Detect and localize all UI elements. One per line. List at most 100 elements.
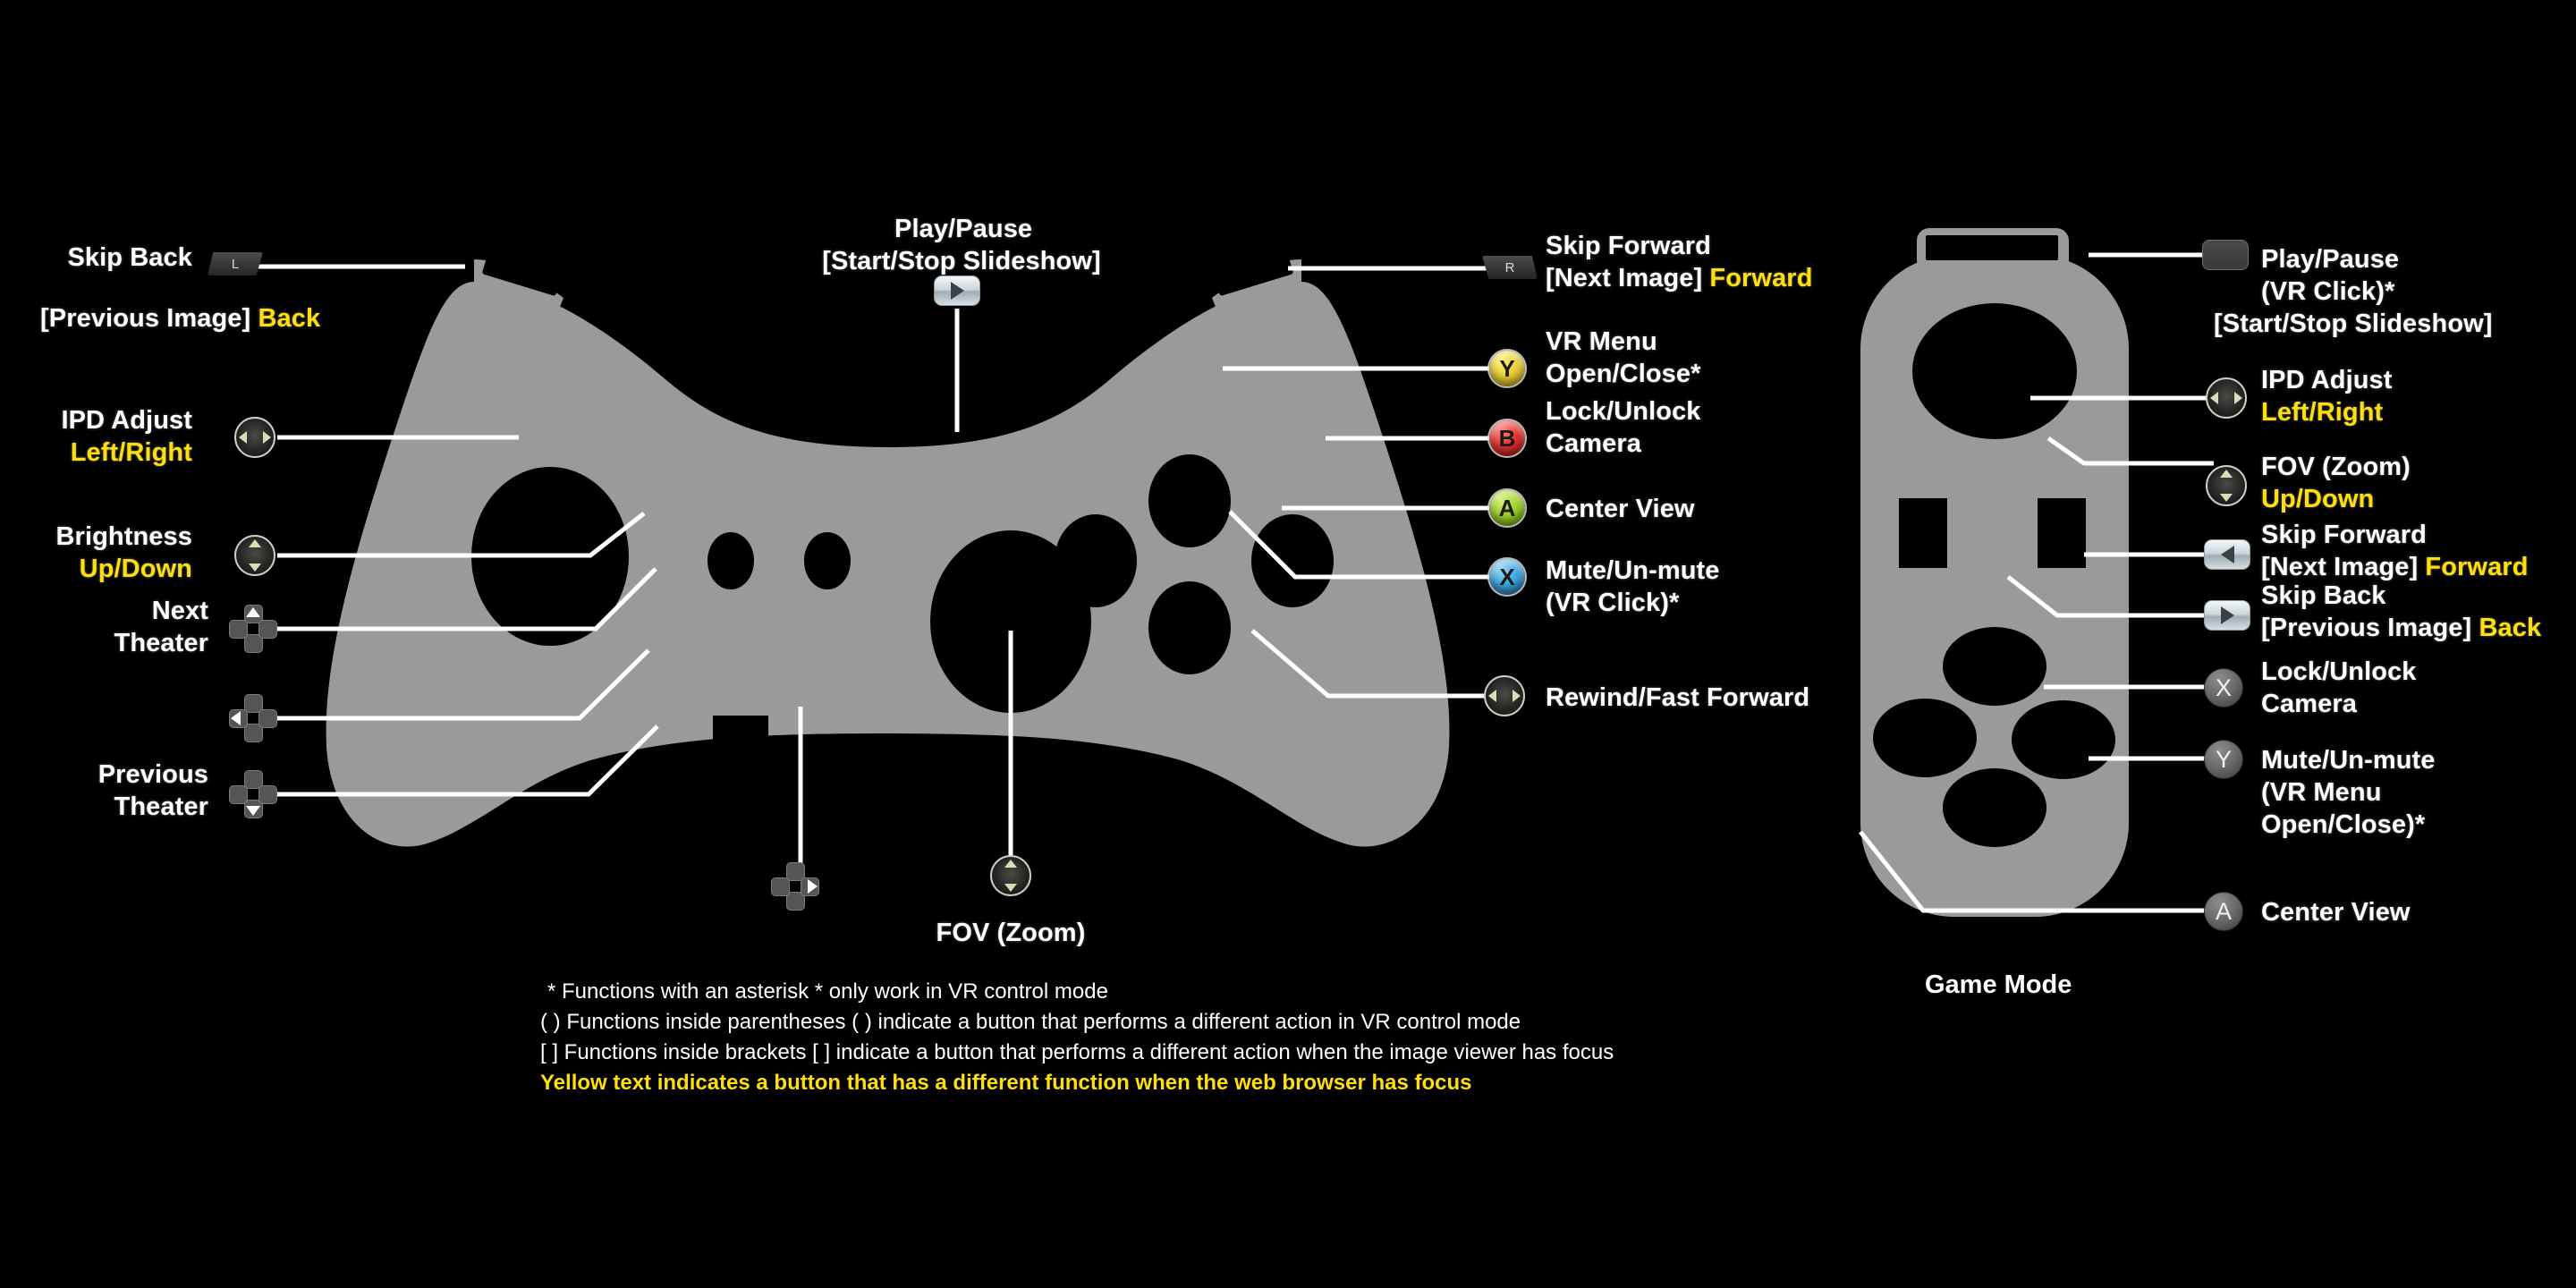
- footer-line-3: [ ] Functions inside brackets [ ] indica…: [540, 1040, 1614, 1064]
- label-skip-back-line2: [Previous Image]: [40, 304, 258, 333]
- gm-label-mute-line2: (VR Menu: [2261, 778, 2382, 807]
- gm-label-play-pause: Play/Pause (VR Click)*: [2261, 243, 2399, 308]
- label-skip-back-sub: [Previous Image] Back: [40, 302, 320, 335]
- footer-line-2: ( ) Functions inside parentheses ( ) ind…: [540, 1010, 1521, 1034]
- rewind-triangle-icon: [2220, 546, 2234, 564]
- label-mute-line2: (VR Click)*: [1546, 589, 1680, 617]
- label-vr-menu: VR Menu Open/Close*: [1546, 326, 1701, 390]
- left-bumper-icon: L: [208, 252, 263, 275]
- gm-label-skip-back-line1: Skip Back: [2261, 581, 2386, 610]
- label-mute-line1: Mute/Un-mute: [1546, 556, 1720, 585]
- button-b-icon[interactable]: B: [1489, 420, 1525, 456]
- label-play-pause-line2: [Start/Stop Slideshow]: [822, 247, 1101, 275]
- label-play-pause-top-sub: [Start/Stop Slideshow]: [757, 245, 1166, 277]
- gm-label-fov: FOV (Zoom) Up/Down: [2261, 451, 2411, 515]
- label-next-theater-line2: Theater: [114, 629, 208, 657]
- gm-play-pause-button-icon[interactable]: [2202, 240, 2249, 270]
- fov-zoom-stick-icon: [990, 855, 1031, 896]
- label-brightness-line1: Brightness: [55, 522, 192, 551]
- gm-label-skip-back: Skip Back [Previous Image] Back: [2261, 580, 2541, 644]
- dpad-left-icon: [229, 694, 277, 742]
- gm-label-center-view-line1: Center View: [2261, 898, 2411, 927]
- game-mode-caption: Game Mode: [1925, 970, 2072, 999]
- label-skip-forward: Skip Forward [Next Image] Forward: [1546, 230, 1813, 294]
- label-brightness-line1-yellow: Up/Down: [79, 555, 192, 583]
- gm-label-mute: Mute/Un-mute (VR Menu Open/Close)*: [2261, 744, 2436, 841]
- gm-label-ipd-adjust: IPD Adjust Left/Right: [2261, 364, 2393, 428]
- footer-legend: * Functions with an asterisk * only work…: [540, 977, 1614, 1098]
- gm-label-skip-forward: Skip Forward [Next Image] Forward: [2261, 519, 2529, 583]
- label-mute: Mute/Un-mute (VR Click)*: [1546, 555, 1720, 619]
- label-vr-menu-line2: Open/Close*: [1546, 360, 1701, 388]
- label-previous-theater-line2: Theater: [114, 792, 208, 821]
- next-theater-dpad-icon: [229, 605, 277, 653]
- gm-label-skip-back-line2: [Previous Image]: [2261, 614, 2479, 642]
- gm-button-y-icon[interactable]: Y: [2204, 740, 2243, 779]
- label-skip-forward-line2-yellow: Forward: [1709, 264, 1813, 292]
- gm-fov-stick-icon: [2206, 465, 2247, 506]
- button-a-icon[interactable]: A: [1489, 490, 1525, 526]
- gm-label-play-pause-line2: (VR Click)*: [2261, 277, 2395, 306]
- button-x-icon[interactable]: X: [1489, 559, 1525, 595]
- label-brightness: Brightness Up/Down: [0, 521, 192, 585]
- gm-label-skip-back-line2row: [Previous Image] Back: [2261, 612, 2541, 644]
- previous-theater-dpad-icon: [229, 770, 277, 818]
- gm-label-play-pause-line3: [Start/Stop Slideshow]: [2214, 309, 2493, 338]
- bottom-dpad-right-icon: [771, 862, 819, 911]
- label-previous-theater: Previous Theater: [0, 758, 208, 823]
- label-lock-camera-line1: Lock/Unlock: [1546, 397, 1701, 426]
- rewind-fast-forward-stick-icon: [1484, 675, 1525, 716]
- right-bumper-icon: R: [1482, 256, 1538, 279]
- gm-button-a-icon[interactable]: A: [2204, 892, 2243, 931]
- gm-label-fov-line1-yellow: Up/Down: [2261, 485, 2375, 513]
- label-center-view-line1: Center View: [1546, 495, 1695, 523]
- gm-label-mute-line1: Mute/Un-mute: [2261, 746, 2436, 775]
- gm-label-ipd-adjust-line1-yellow: Left/Right: [2261, 398, 2384, 427]
- label-skip-forward-line1: Skip Forward: [1546, 232, 1711, 260]
- label-lock-camera-line2: Camera: [1546, 429, 1641, 458]
- label-next-theater: Next Theater: [0, 595, 208, 659]
- gm-button-x-icon[interactable]: X: [2204, 668, 2243, 708]
- forward-triangle-icon: [2220, 606, 2234, 624]
- gm-label-center-view: Center View: [2261, 896, 2411, 928]
- gm-label-ipd-adjust-line1: IPD Adjust: [2261, 366, 2393, 394]
- label-skip-forward-line2: [Next Image]: [1546, 264, 1710, 292]
- gm-label-skip-forward-line2-yellow: Forward: [2425, 553, 2529, 581]
- label-rewind-fast-forward-line1: Rewind/Fast Forward: [1546, 683, 1810, 712]
- gm-label-play-pause-line3-wrap: [Start/Stop Slideshow]: [2214, 308, 2493, 340]
- gm-label-skip-back-line2-yellow: Back: [2479, 614, 2542, 642]
- label-skip-back-line1: Skip Back: [67, 243, 192, 272]
- label-skip-back-line2-yellow: Back: [258, 304, 321, 333]
- label-vr-menu-line1: VR Menu: [1546, 327, 1657, 356]
- gm-label-lock-camera: Lock/Unlock Camera: [2261, 656, 2417, 720]
- gm-label-skip-forward-line1: Skip Forward: [2261, 521, 2427, 549]
- footer-line-1: * Functions with an asterisk * only work…: [547, 979, 1108, 1004]
- brightness-stick-icon: [234, 535, 275, 576]
- gm-label-skip-forward-line2row: [Next Image] Forward: [2261, 551, 2529, 583]
- label-lock-camera: Lock/Unlock Camera: [1546, 395, 1701, 460]
- button-y-icon[interactable]: Y: [1489, 351, 1525, 386]
- gm-skip-back-button-icon[interactable]: [2204, 600, 2250, 631]
- footer-line-4: Yellow text indicates a button that has …: [540, 1071, 1472, 1095]
- label-ipd-adjust-line1-yellow: Left/Right: [70, 438, 192, 467]
- label-play-pause-top: Play/Pause: [894, 213, 1033, 245]
- label-play-pause-line1: Play/Pause: [894, 215, 1033, 243]
- gm-ipd-adjust-stick-icon: [2206, 377, 2247, 419]
- label-ipd-adjust: IPD Adjust Left/Right: [0, 404, 192, 469]
- label-skip-back: Skip Back: [0, 242, 192, 274]
- ipd-adjust-stick-icon: [234, 417, 275, 458]
- gm-label-mute-line3: Open/Close)*: [2261, 810, 2426, 839]
- gm-label-fov-line1: FOV (Zoom): [2261, 453, 2411, 481]
- play-pause-button-icon[interactable]: [934, 275, 980, 306]
- label-fov-zoom-text: FOV (Zoom): [936, 919, 1086, 947]
- gm-label-skip-forward-line2: [Next Image]: [2261, 553, 2426, 581]
- label-center-view: Center View: [1546, 493, 1695, 525]
- controller-legend-canvas: L R Y B A X Skip Back [Previous Image] B…: [0, 0, 2576, 1288]
- gm-label-play-pause-line1: Play/Pause: [2261, 245, 2400, 274]
- gm-skip-forward-button-icon[interactable]: [2204, 539, 2250, 570]
- label-ipd-adjust-line1: IPD Adjust: [61, 406, 192, 435]
- label-next-theater-line1: Next: [151, 597, 208, 625]
- gm-label-lock-camera-line1: Lock/Unlock: [2261, 657, 2417, 686]
- label-fov-zoom: FOV (Zoom): [894, 917, 1127, 949]
- gm-label-lock-camera-line2: Camera: [2261, 690, 2357, 718]
